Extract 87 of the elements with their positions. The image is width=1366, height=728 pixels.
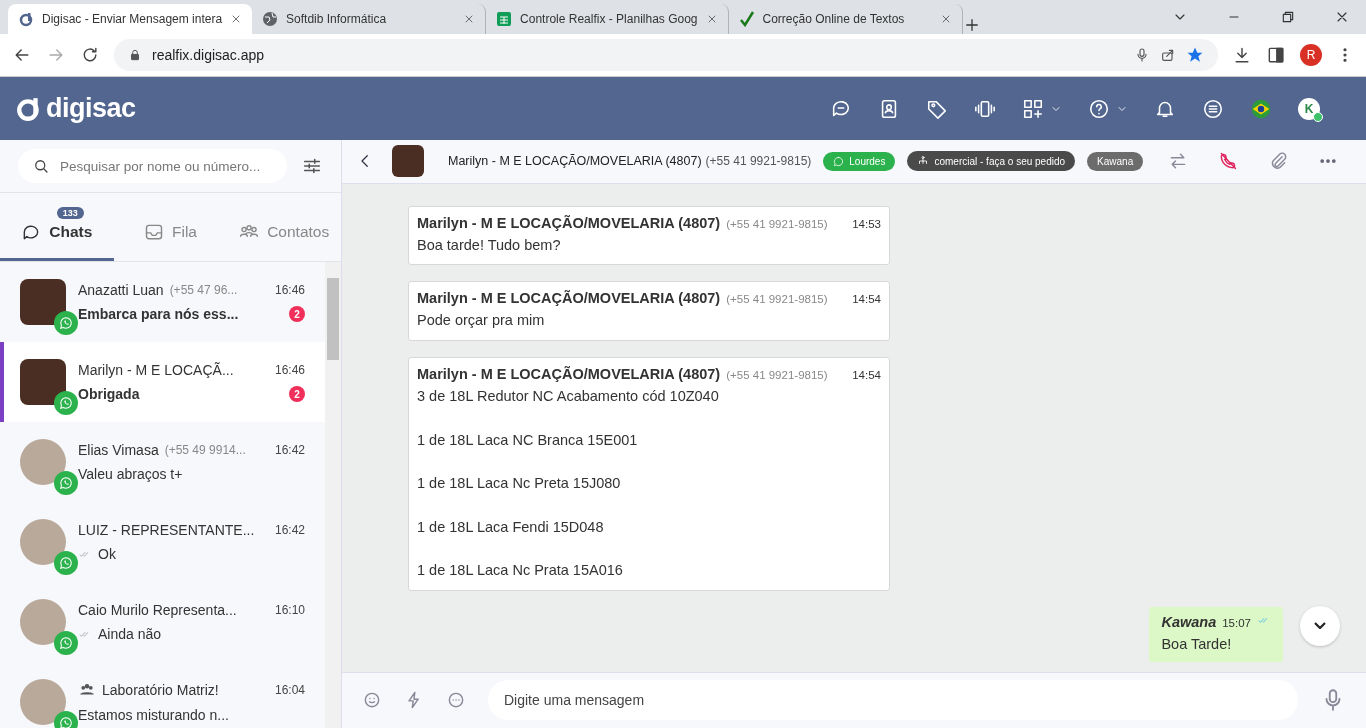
message-input[interactable]: Digite uma mensagem (488, 680, 1298, 721)
whatsapp-icon (54, 391, 78, 415)
sender-name: Marilyn - M E LOCAÇÃO/MOVELARIA (4807) (417, 290, 721, 307)
contact-name: Caio Murilo Representa... (78, 602, 237, 618)
help-icon[interactable] (1088, 97, 1110, 120)
sidebar-tab[interactable]: Chats 133 (0, 193, 114, 261)
message-preview: Obrigada (78, 386, 140, 402)
tag: Kawana (1087, 151, 1144, 171)
search-field[interactable]: Pesquisar por nome ou número... (18, 149, 287, 183)
message-text: 3 de 18L Redutor NC Acabamento cód 10Z040 1 de 18L Laca NC Branca 15E001 1 de 18L Laca Nc Preta 15J080 1 de 18L Laca Fendi 15D048 1 de 18L Laca Nc Prata 15A016 (417, 387, 720, 581)
message-preview: Valeu abraços t+ (78, 466, 183, 482)
message-preview: Estamos misturando n... (78, 707, 229, 723)
contact-phone: (+55 47 96... (169, 283, 238, 297)
tag: comercial - faça o seu pedido (907, 151, 1076, 172)
star-icon[interactable] (1186, 46, 1204, 64)
phone-off-icon[interactable] (1218, 151, 1238, 172)
message-preview: Ok (98, 546, 116, 562)
lock-icon (128, 48, 142, 62)
microphone-icon[interactable] (1134, 47, 1150, 63)
checkmark-icon (738, 11, 755, 27)
tab-title: Correção Online de Textos (762, 12, 906, 26)
message-text: Boa Tarde! (1161, 634, 1233, 654)
message-preview: Embarca para nós ess... (78, 306, 239, 322)
avatar-placeholder (392, 145, 424, 178)
message-time: 16:46 (274, 283, 305, 297)
message-preview: Ainda não (98, 626, 162, 642)
logo-icon (16, 95, 42, 122)
message-time: 16:10 (274, 603, 305, 617)
message-text: Pode orçar pra mim (417, 311, 546, 331)
logo-icon (18, 11, 34, 27)
tab-title: Softdib Informática (286, 12, 388, 26)
chat-list-item[interactable]: Laboratório Matriz! 16:04 Estamos misturando n... (0, 662, 325, 728)
logo-text: digisac (46, 93, 136, 124)
share-icon[interactable] (1160, 47, 1176, 63)
contact-phone: (+55 41 9921-9815) (705, 154, 812, 169)
address-bar[interactable]: realfix.digisac.app (114, 39, 1218, 71)
chevron-down-icon (1314, 622, 1326, 630)
contact-name: LUIZ - REPRESENTANTE... (78, 522, 255, 538)
search-icon (32, 157, 50, 175)
side-panel-icon[interactable] (1266, 45, 1286, 65)
sender-phone: (+55 41 9921-9815) (726, 217, 828, 230)
globe-icon (262, 11, 279, 27)
sender-phone: (+55 41 9921-9815) (726, 293, 828, 306)
whatsapp-icon (54, 631, 78, 655)
browser-tab[interactable]: Digisac - Enviar Mensagem intera (8, 4, 253, 34)
contact-name: Marilyn - M E LOCAÇÃ... (78, 362, 234, 378)
whatsapp-icon (54, 471, 78, 495)
chat-list-item[interactable]: Marilyn - M E LOCAÇÃ... 16:46 Obrigada 2 (0, 342, 325, 422)
contact-name: Elias Vimasa (78, 442, 159, 458)
contact-phone: (+55 49 9914... (164, 443, 246, 457)
message-time: 16:46 (274, 363, 305, 377)
apps-plus-icon[interactable] (1022, 97, 1044, 120)
chat-list-item[interactable]: Elias Vimasa (+55 49 9914... 16:42 Valeu abraços t+ (0, 422, 325, 502)
sender-name: Marilyn - M E LOCAÇÃO/MOVELARIA (4807) (417, 366, 721, 383)
message-text: Boa tarde! Tudo bem? (417, 235, 562, 255)
tab-title: Controle Realfix - Planilhas Goog (520, 12, 698, 26)
unread-badge: 2 (289, 386, 305, 402)
restore-icon[interactable] (1280, 9, 1296, 25)
brazil-flag-icon[interactable] (1250, 97, 1272, 120)
contact-name: Marilyn - M E LOCAÇÃO/MOVELARIA (4807) (448, 154, 702, 169)
message-time: 16:04 (274, 683, 305, 697)
sender-name: Marilyn - M E LOCAÇÃO/MOVELARIA (4807) (417, 214, 721, 231)
contact-name: Laboratório Matriz! (102, 682, 219, 698)
message-time: 14:54 (852, 369, 881, 382)
chat-list-item[interactable]: LUIZ - REPRESENTANTE... 16:42 Ok (0, 502, 325, 582)
chat-list-item[interactable]: Anazatti Luan (+55 47 96... 16:46 Embarca para nós ess... 2 (0, 262, 325, 342)
message-time: 15:07 (1222, 616, 1251, 629)
tag: Lourdes (823, 151, 896, 171)
sender-phone: (+55 41 9921-9815) (726, 369, 828, 382)
sender-name: Kawana (1161, 613, 1217, 630)
tab-title: Digisac - Enviar Mensagem intera (42, 12, 223, 26)
whatsapp-icon (833, 155, 845, 167)
message-time: 16:42 (274, 443, 305, 457)
count-badge: 133 (56, 207, 84, 219)
spreadsheet-icon (496, 11, 513, 27)
message-time: 14:53 (852, 217, 881, 230)
scrollbar[interactable] (325, 262, 341, 728)
profile-avatar[interactable]: R (1300, 44, 1322, 66)
whatsapp-icon (54, 311, 78, 335)
whatsapp-icon (54, 551, 78, 575)
user-avatar[interactable]: K (1298, 97, 1320, 120)
menu-lines-icon[interactable] (1202, 97, 1224, 120)
message-time: 16:42 (274, 523, 305, 537)
contact-name: Anazatti Luan (78, 282, 164, 298)
chat-list-item[interactable]: Caio Murilo Representa... 16:10 Ainda não (0, 582, 325, 662)
unread-badge: 2 (289, 306, 305, 322)
message-time: 14:54 (852, 293, 881, 306)
